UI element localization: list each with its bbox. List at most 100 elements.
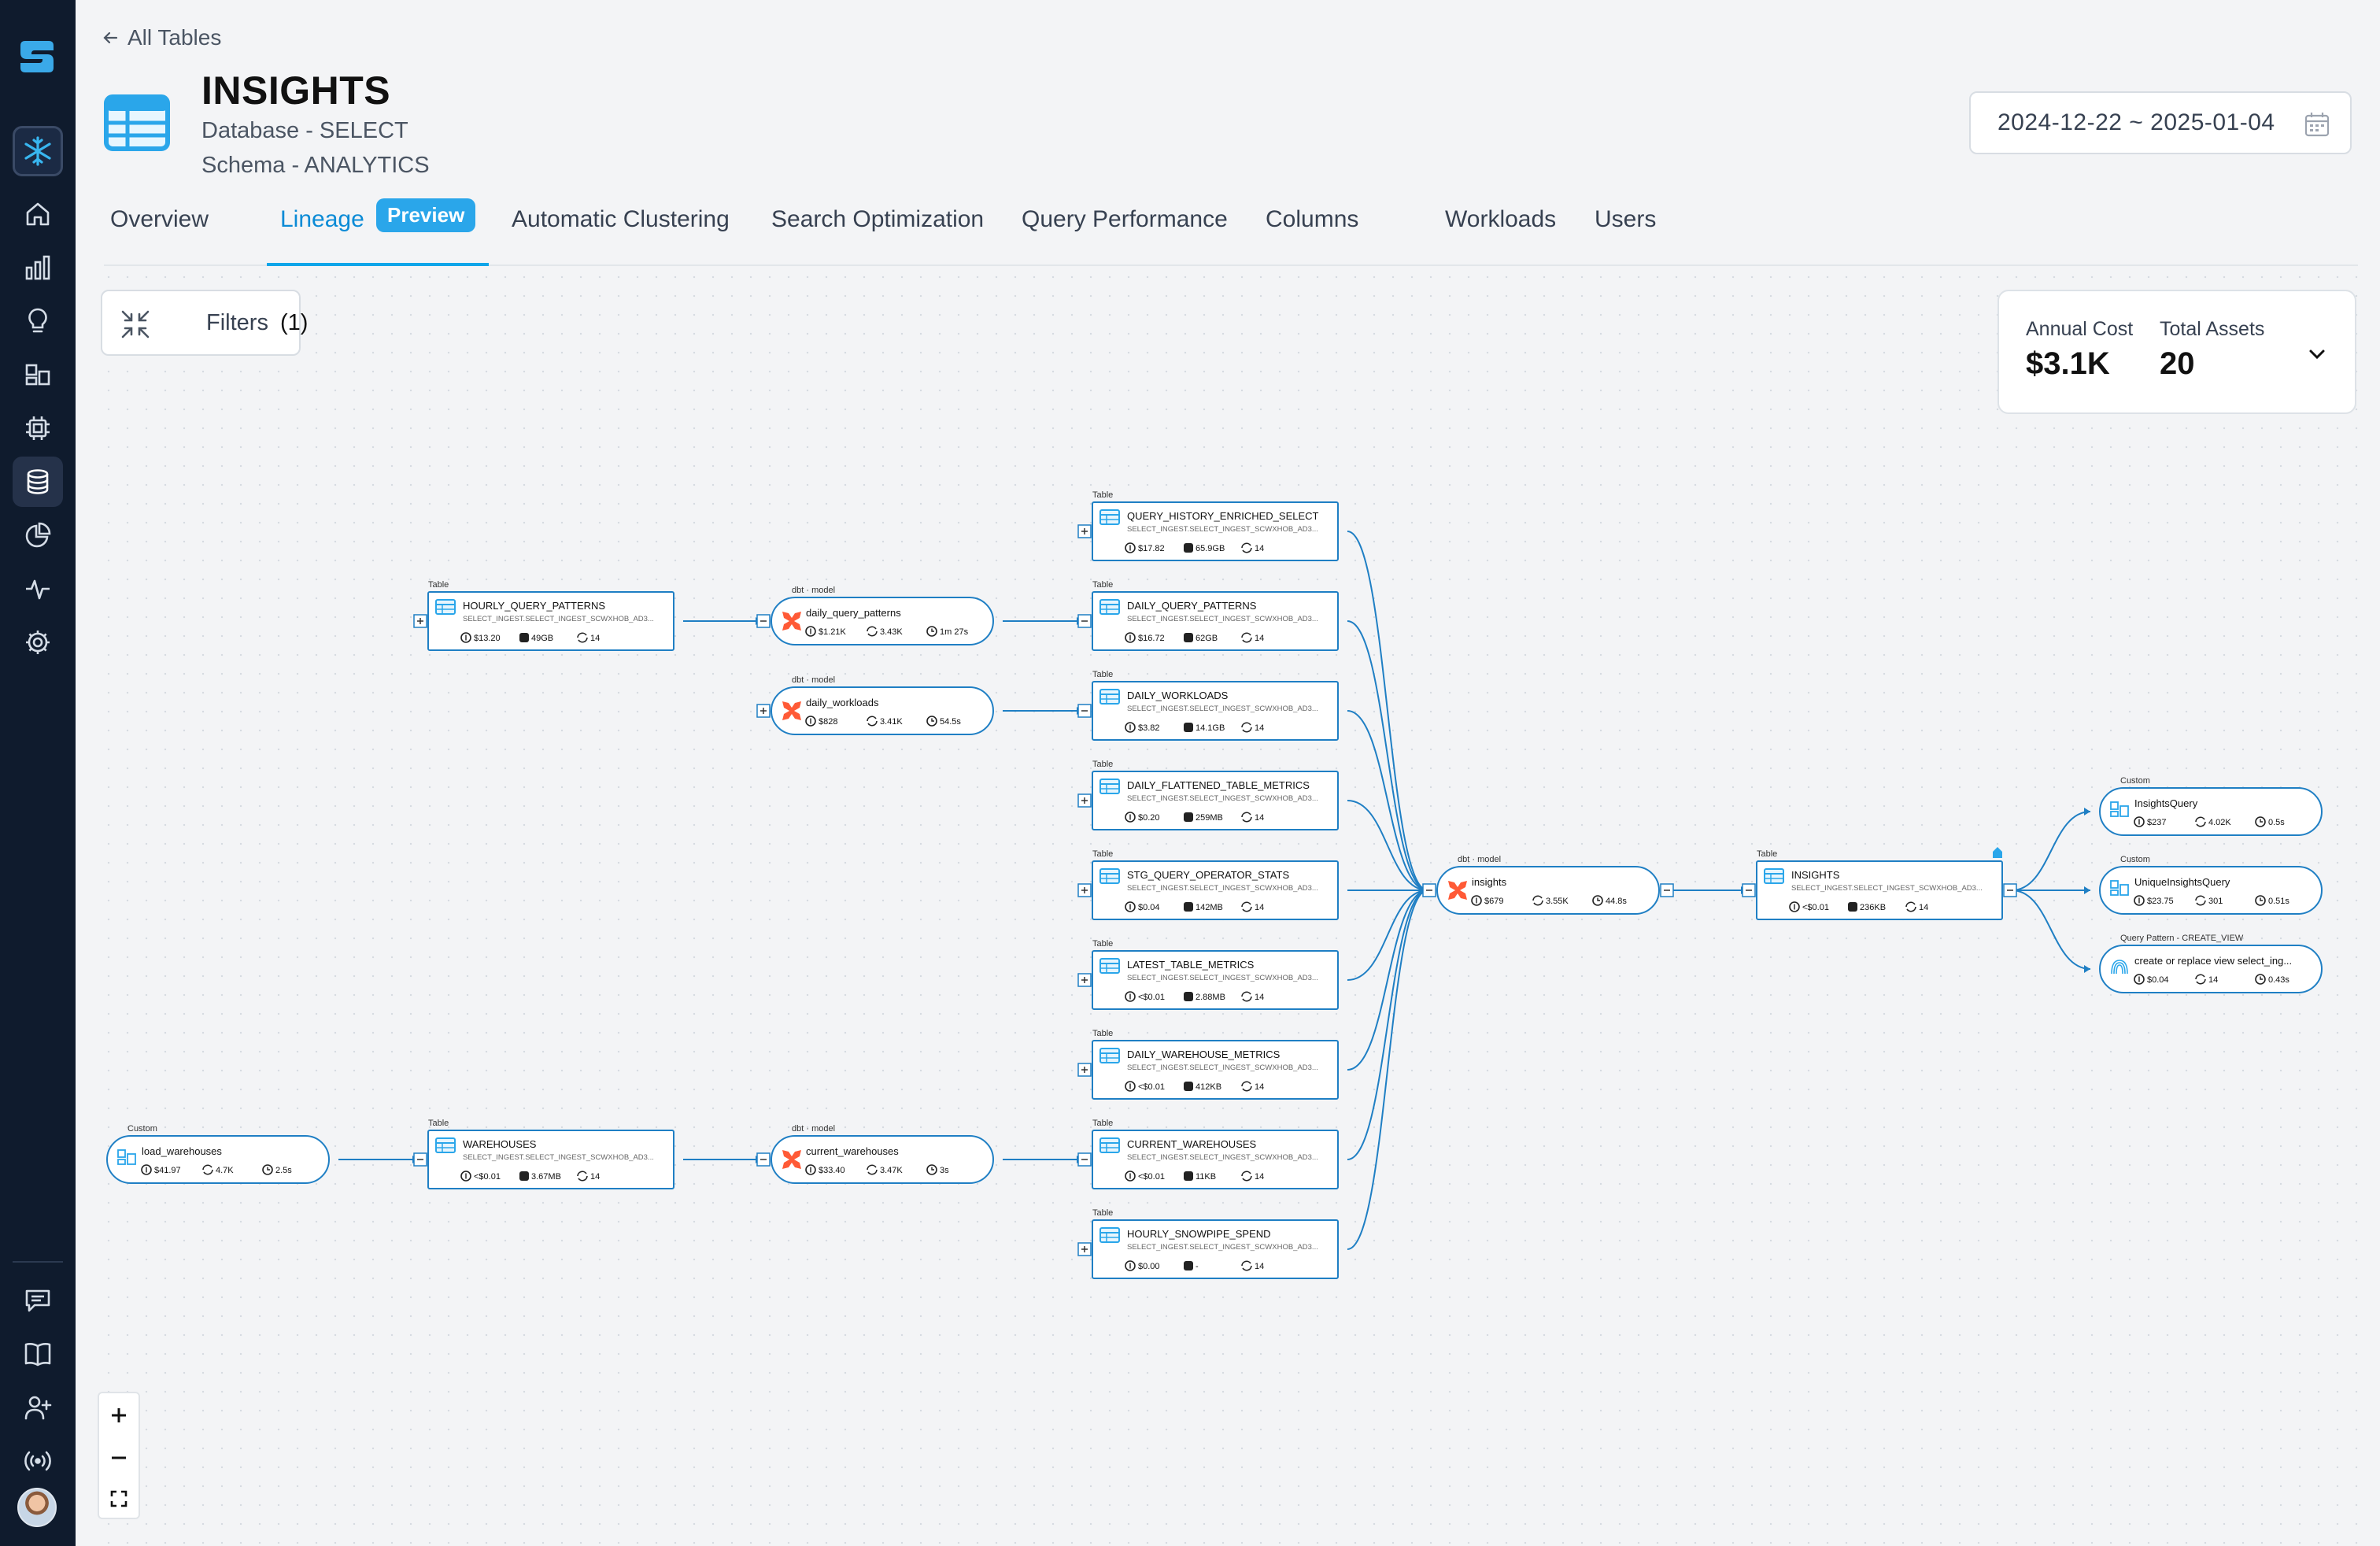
node-type-label: dbt · model <box>792 1124 835 1134</box>
storage-icon <box>1184 902 1193 912</box>
nav-insights[interactable] <box>13 296 63 346</box>
node-cost: $0.04 <box>2147 975 2169 985</box>
node-path: SELECT_INGEST.SELECT_INGEST_SCWXHOB_AD3.… <box>463 615 654 623</box>
collapse-toggle[interactable] <box>1422 883 1436 897</box>
collapse-toggle[interactable] <box>1077 1152 1092 1167</box>
lineage-node-iq[interactable]: Custom InsightsQuery $237 4.02K 0.5s <box>2099 776 2323 836</box>
lineage-node-qp[interactable]: Query Pattern - CREATE_VIEWcreate or rep… <box>2099 934 2323 993</box>
lineage-node-uiq[interactable]: Custom UniqueInsightsQuery $23.75 301 0.51s <box>2099 855 2323 915</box>
collapse-toggle[interactable] <box>413 1152 427 1167</box>
node-runs: 3.41K <box>880 717 903 727</box>
lineage-node-dftm[interactable]: Table DAILY_FLATTENED_TABLE_METRICS SELECT… <box>1077 760 1339 830</box>
node-pill <box>771 597 994 645</box>
node-pill <box>1436 866 1660 915</box>
node-name: HOURLY_SNOWPIPE_SPEND <box>1127 1228 1271 1240</box>
table-icon <box>1099 599 1120 615</box>
node-size: 259MB <box>1196 813 1223 823</box>
nav-dashboards[interactable] <box>13 350 63 400</box>
plus-icon <box>112 1408 126 1422</box>
nav-reports[interactable] <box>13 510 63 560</box>
nav-docs[interactable] <box>13 1329 63 1379</box>
collapse-toggle[interactable] <box>2003 883 2017 897</box>
expand-toggle[interactable] <box>1077 973 1092 987</box>
lineage-node-cw_m[interactable]: dbt · model current_warehouses $33.40 3.47K… <box>756 1124 994 1184</box>
node-cost: $41.97 <box>154 1166 181 1175</box>
collapse-toggle[interactable] <box>756 614 771 628</box>
expand-toggle[interactable] <box>1077 524 1092 538</box>
node-runs: 4.02K <box>2208 818 2231 827</box>
expand-toggle[interactable] <box>756 704 771 718</box>
nav-home[interactable] <box>13 189 63 239</box>
node-cost: $679 <box>1484 897 1503 906</box>
collapse-toggle[interactable] <box>1077 614 1092 628</box>
expand-toggle[interactable] <box>1077 883 1092 897</box>
lineage-node-dqp_m[interactable]: dbt · model daily_query_patterns $1.21K 3.4… <box>756 586 994 645</box>
nav-broadcast[interactable] <box>13 1436 63 1486</box>
lineage-node-qhe[interactable]: Table QUERY_HISTORY_ENRICHED_SELECT SELECT… <box>1077 490 1339 561</box>
node-cost: $828 <box>819 717 837 727</box>
expand-toggle[interactable] <box>1077 793 1092 808</box>
storage-icon <box>1184 543 1193 553</box>
node-name: STG_QUERY_OPERATOR_STATS <box>1127 869 1289 881</box>
collapse-toggle[interactable] <box>1660 883 1674 897</box>
expand-toggle[interactable] <box>1077 1063 1092 1077</box>
lineage-node-dqp[interactable]: Table DAILY_QUERY_PATTERNS SELECT_INGEST.S… <box>1077 580 1339 651</box>
node-duration: 54.5s <box>940 717 961 727</box>
lineage-node-dwl[interactable]: Table DAILY_WORKLOADS SELECT_INGEST.SELECT… <box>1077 670 1339 741</box>
chat-icon <box>25 1289 50 1312</box>
lineage-node-ins[interactable]: Table INSIGHTS SELECT_INGEST.SELECT_INGEST… <box>1742 847 2017 920</box>
nav-analytics[interactable] <box>13 242 63 293</box>
collapse-toggle[interactable] <box>756 1152 771 1167</box>
node-runs: 4.7K <box>216 1166 234 1175</box>
lineage-node-cw[interactable]: Table CURRENT_WAREHOUSES SELECT_INGEST.SEL… <box>1077 1119 1339 1189</box>
node-runs: 14 <box>1255 903 1264 912</box>
snowflake-button[interactable] <box>13 126 63 176</box>
nav-compute[interactable] <box>13 403 63 453</box>
lineage-node-lw[interactable]: Custom load_warehouses $41.97 4.7K 2.5s <box>106 1124 330 1184</box>
snowflake-icon <box>24 136 51 166</box>
node-type-label: Table <box>1092 1119 1113 1128</box>
node-type-label: Table <box>1092 580 1113 590</box>
nav-invite[interactable] <box>13 1382 63 1433</box>
node-cost: $0.00 <box>1138 1262 1160 1271</box>
lineage-edge <box>2011 890 2091 970</box>
node-name: WAREHOUSES <box>463 1138 537 1150</box>
lineage-node-ltm[interactable]: Table LATEST_TABLE_METRICS SELECT_INGEST.S… <box>1077 939 1339 1010</box>
node-runs: 14 <box>2208 975 2218 985</box>
fit-view-button[interactable] <box>99 1478 139 1519</box>
nav-databases[interactable] <box>13 457 63 507</box>
lineage-node-wh[interactable]: Table WAREHOUSES SELECT_INGEST.SELECT_INGE… <box>413 1119 674 1189</box>
lineage-node-dw_m[interactable]: dbt · model daily_workloads $828 3.41K 54.5s <box>756 675 994 735</box>
collapse-toggle[interactable] <box>1077 704 1092 718</box>
table-icon <box>1099 1048 1120 1063</box>
zoom-out-button[interactable] <box>99 1437 139 1478</box>
lineage-edge <box>1347 890 1428 1250</box>
node-name: current_warehouses <box>806 1145 899 1157</box>
node-size: 236KB <box>1860 903 1886 912</box>
nav-monitoring[interactable] <box>13 564 63 614</box>
lineage-nodes: Table HOURLY_QUERY_PATTERNS SELECT_INGEST.… <box>106 490 2323 1279</box>
lineage-node-hqp[interactable]: Table HOURLY_QUERY_PATTERNS SELECT_INGEST.… <box>413 580 674 651</box>
nav-chat[interactable] <box>13 1275 63 1326</box>
lineage-node-dwm[interactable]: Table DAILY_WAREHOUSE_METRICS SELECT_INGES… <box>1077 1029 1339 1100</box>
expand-toggle[interactable] <box>413 614 427 628</box>
home-icon <box>26 202 50 226</box>
node-path: SELECT_INGEST.SELECT_INGEST_SCWXHOB_AD3.… <box>463 1153 654 1162</box>
node-size: 14.1GB <box>1196 723 1225 733</box>
nav-settings[interactable] <box>13 617 63 668</box>
node-type-label: Custom <box>2120 776 2150 786</box>
zoom-in-button[interactable] <box>99 1395 139 1436</box>
app-logo-icon[interactable] <box>17 38 57 76</box>
lineage-node-ins_m[interactable]: dbt · model insights $679 3.55K 44.8s <box>1422 855 1674 915</box>
expand-toggle[interactable] <box>1077 1242 1092 1256</box>
collapse-toggle[interactable] <box>1742 883 1756 897</box>
node-runs: 3.43K <box>880 627 903 637</box>
user-avatar[interactable] <box>17 1488 57 1527</box>
storage-icon <box>519 633 529 642</box>
lineage-node-sqos[interactable]: Table STG_QUERY_OPERATOR_STATS SELECT_INGE… <box>1077 849 1339 920</box>
storage-icon <box>1848 902 1857 912</box>
lineage-node-hss[interactable]: Table HOURLY_SNOWPIPE_SPEND SELECT_INGEST.… <box>1077 1208 1339 1279</box>
node-name: DAILY_FLATTENED_TABLE_METRICS <box>1127 779 1310 791</box>
node-name: QUERY_HISTORY_ENRICHED_SELECT <box>1127 510 1319 522</box>
table-icon <box>1099 958 1120 974</box>
